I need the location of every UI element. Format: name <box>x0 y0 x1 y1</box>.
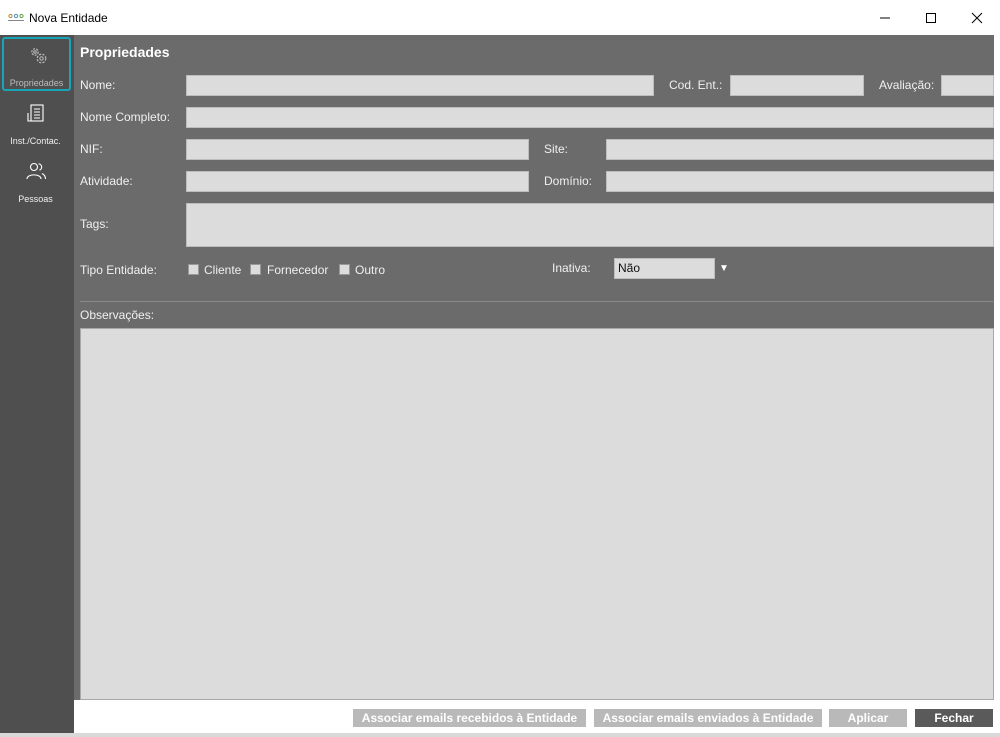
avaliacao-label: Avaliação: <box>879 78 935 92</box>
cliente-checkbox[interactable] <box>188 264 199 275</box>
sidebar-item-inst-contac[interactable]: Inst./Contac. <box>2 97 69 149</box>
window-bottom-edge <box>0 733 1000 737</box>
dominio-label: Domínio: <box>544 174 593 188</box>
chevron-down-icon[interactable]: ▼ <box>719 263 729 274</box>
window-title: Nova Entidade <box>29 11 108 25</box>
nome-label: Nome: <box>80 78 116 92</box>
nif-field[interactable] <box>186 139 529 160</box>
observacoes-label: Observações: <box>80 308 155 322</box>
sidebar-item-label: Propriedades <box>9 78 64 88</box>
cod-ent-field[interactable] <box>730 75 864 96</box>
people-icon <box>26 162 47 180</box>
maximize-button[interactable] <box>908 0 954 35</box>
tipo-entidade-label: Tipo Entidade: <box>80 263 157 277</box>
title-bar: Nova Entidade <box>0 0 1000 35</box>
associar-recebidos-button[interactable]: Associar emails recebidos à Entidade <box>353 709 586 727</box>
inativa-label: Inativa: <box>552 261 591 275</box>
fechar-button[interactable]: Fechar <box>915 709 993 727</box>
divider <box>80 301 993 302</box>
outro-label: Outro <box>355 263 386 277</box>
cod-ent-label: Cod. Ent.: <box>669 78 723 92</box>
minimize-button[interactable] <box>862 0 908 35</box>
atividade-label: Atividade: <box>80 174 133 188</box>
sidebar-item-label: Inst./Contac. <box>10 136 61 146</box>
gear-icon <box>31 48 47 64</box>
maximize-icon <box>926 12 936 23</box>
avaliacao-field[interactable] <box>941 75 994 96</box>
inativa-select[interactable]: Não <box>614 258 715 279</box>
nome-field[interactable] <box>186 75 654 96</box>
site-label: Site: <box>544 142 569 156</box>
nome-completo-field[interactable] <box>186 107 994 128</box>
sidebar-item-propriedades[interactable]: Propriedades <box>2 37 71 91</box>
nome-completo-label: Nome Completo: <box>80 110 171 124</box>
associar-enviados-button[interactable]: Associar emails enviados à Entidade <box>594 709 822 727</box>
tags-label: Tags: <box>80 217 109 231</box>
dominio-field[interactable] <box>606 171 994 192</box>
fornecedor-label: Fornecedor <box>267 263 329 277</box>
app-icon <box>8 13 24 21</box>
close-button[interactable] <box>954 0 1000 35</box>
button-bar: Associar emails recebidos à Entidade Ass… <box>74 700 1000 733</box>
aplicar-button[interactable]: Aplicar <box>829 709 907 727</box>
page-title: Propriedades <box>80 44 170 60</box>
fornecedor-checkbox[interactable] <box>250 264 261 275</box>
close-icon <box>971 12 983 23</box>
site-field[interactable] <box>606 139 994 160</box>
tags-field[interactable] <box>186 203 994 247</box>
atividade-field[interactable] <box>186 171 529 192</box>
window-edge <box>994 35 1000 733</box>
sidebar: Propriedades Inst./Contac. Pessoas <box>0 35 74 733</box>
cliente-label: Cliente <box>204 263 242 277</box>
observacoes-textarea[interactable] <box>80 328 994 700</box>
outro-checkbox[interactable] <box>339 264 350 275</box>
sidebar-item-pessoas[interactable]: Pessoas <box>2 155 69 207</box>
nif-label: NIF: <box>80 142 103 156</box>
minimize-icon <box>880 17 890 18</box>
sidebar-item-label: Pessoas <box>18 194 53 204</box>
properties-panel: Propriedades Nome: Cod. Ent.: Avaliação:… <box>74 35 1000 733</box>
building-contact-icon <box>27 104 44 122</box>
